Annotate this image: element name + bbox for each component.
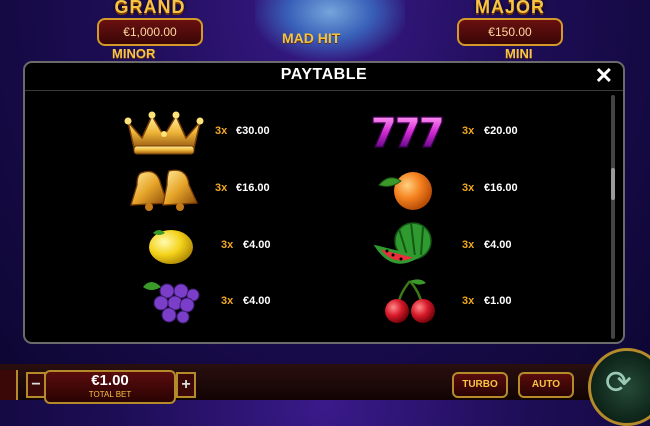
- payout-amount: €16.00: [236, 182, 270, 194]
- game-logo-text: MAD HIT: [282, 30, 341, 46]
- payout-amount: €4.00: [243, 295, 271, 307]
- payout-amount: €16.00: [484, 182, 518, 194]
- auto-button[interactable]: AUTO: [518, 372, 574, 398]
- multiplier-label: 3x: [462, 125, 475, 137]
- scrollbar[interactable]: [611, 95, 615, 339]
- watermelon-icon: [373, 222, 432, 264]
- modal-header: PAYTABLE ✕: [25, 63, 623, 91]
- multiplier-label: 3x: [215, 125, 228, 137]
- modal-title: PAYTABLE: [280, 66, 368, 83]
- paytable-modal: PAYTABLE ✕ 3x €30.00 3x €20.00 3x €16.00…: [23, 61, 625, 344]
- crown-icon: [124, 111, 204, 155]
- seven-seven-seven-icon: [372, 116, 443, 148]
- spin-arrows-icon: ⟳: [605, 364, 632, 400]
- bells-icon: [130, 169, 198, 211]
- left-edge-button[interactable]: [0, 370, 18, 400]
- cherries-icon: [385, 279, 435, 323]
- multiplier-label: 3x: [221, 239, 234, 251]
- spin-button[interactable]: ⟳: [588, 348, 650, 426]
- bet-decrease-button[interactable]: −: [26, 372, 46, 398]
- jackpot-major: MAJOR €150.00: [455, 0, 565, 46]
- jackpot-minor-label: MINOR: [112, 46, 156, 61]
- close-button[interactable]: ✕: [595, 63, 613, 89]
- jackpot-major-value: €150.00: [457, 18, 563, 46]
- orange-icon: [378, 172, 432, 210]
- jackpot-grand: GRAND €1,000.00: [95, 0, 205, 46]
- payout-amount: €30.00: [236, 125, 270, 137]
- payout-amount: €4.00: [243, 239, 271, 251]
- total-bet-value: €1.00: [91, 372, 129, 389]
- jackpot-major-label: MAJOR: [474, 0, 545, 17]
- jackpot-mini-label: MINI: [505, 46, 533, 61]
- multiplier-label: 3x: [462, 182, 475, 194]
- multiplier-label: 3x: [221, 295, 234, 307]
- multiplier-label: 3x: [215, 182, 228, 194]
- total-bet-display: €1.00 TOTAL BET: [44, 370, 176, 404]
- payout-amount: €20.00: [484, 125, 518, 137]
- total-bet-label: TOTAL BET: [88, 390, 132, 399]
- jackpot-grand-value: €1,000.00: [97, 18, 203, 46]
- grapes-icon: [143, 282, 200, 324]
- payout-amount: €1.00: [484, 295, 512, 307]
- turbo-button[interactable]: TURBO: [452, 372, 508, 398]
- bet-increase-button[interactable]: +: [176, 372, 196, 398]
- lemon-icon: [149, 230, 193, 264]
- jackpot-grand-label: GRAND: [114, 0, 186, 17]
- scrollbar-thumb[interactable]: [611, 168, 615, 200]
- payout-amount: €4.00: [484, 239, 512, 251]
- multiplier-label: 3x: [462, 239, 475, 251]
- multiplier-label: 3x: [462, 295, 475, 307]
